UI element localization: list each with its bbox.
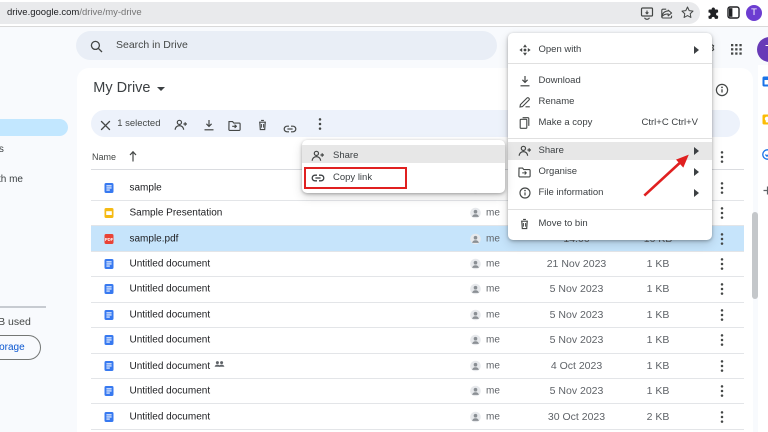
svg-text:PDF: PDF xyxy=(105,236,114,241)
